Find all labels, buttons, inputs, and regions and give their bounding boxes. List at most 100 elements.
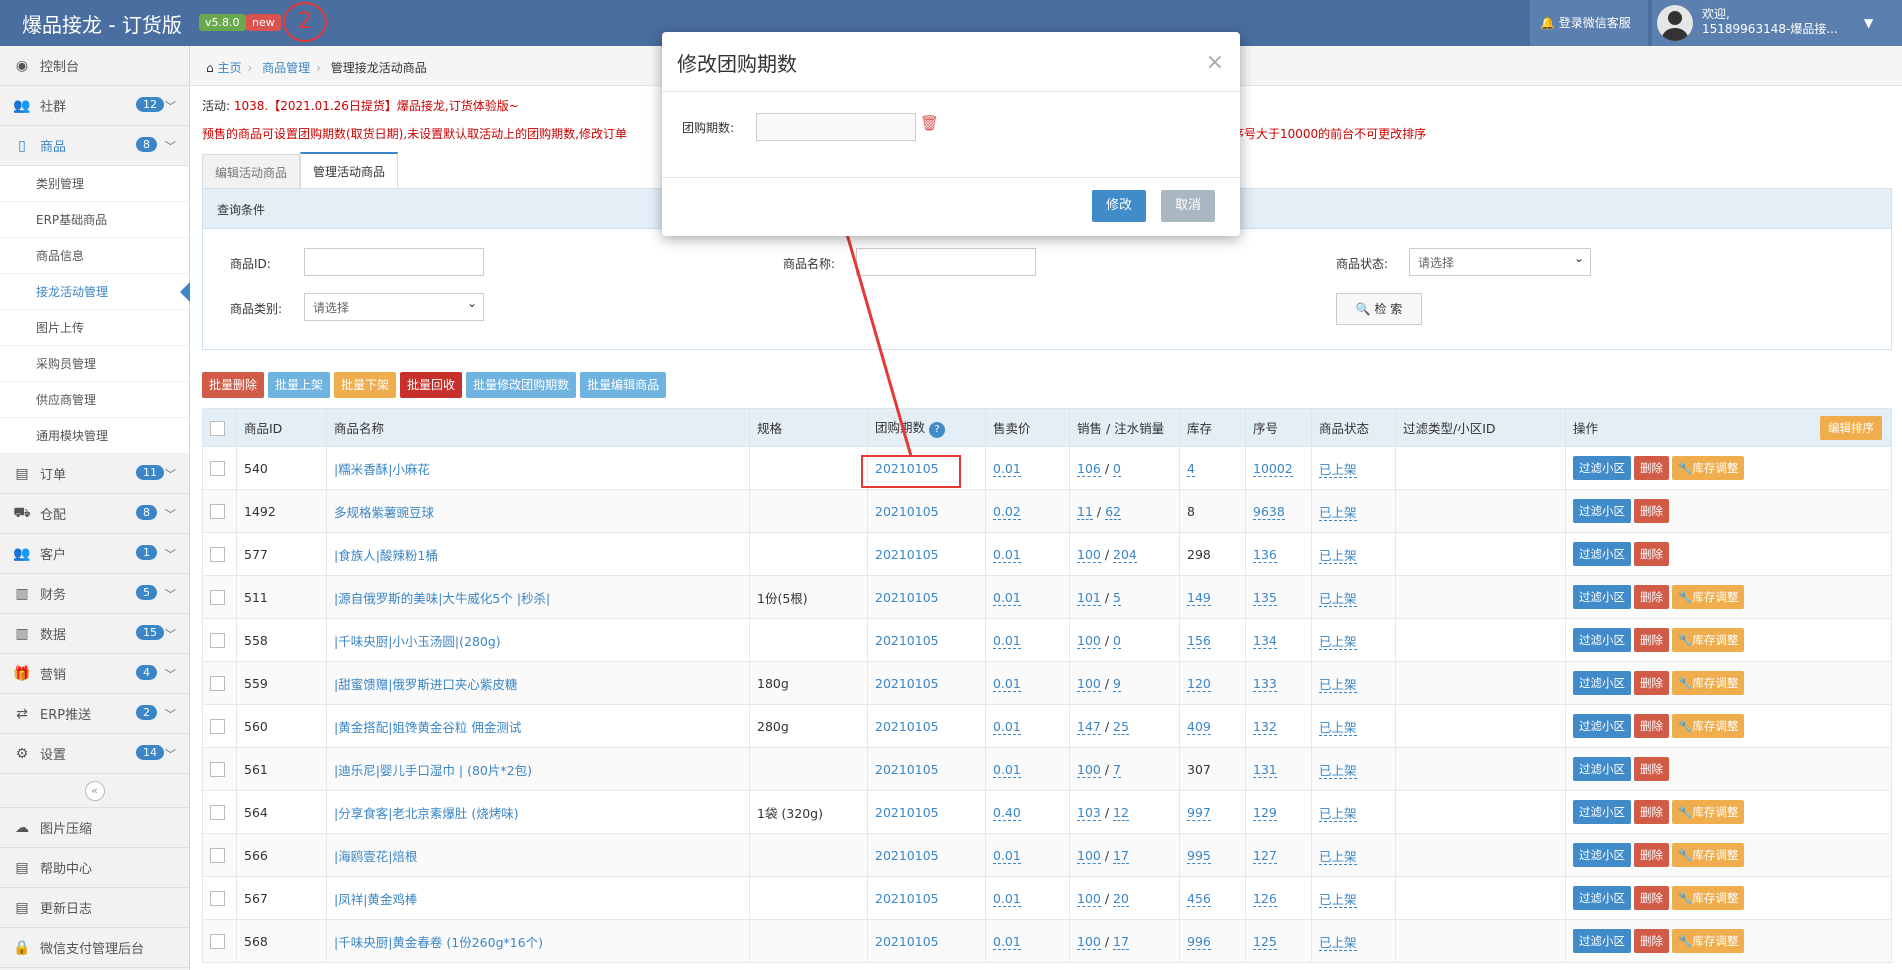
sidebar-item-changelog[interactable]: ▤ 更新日志 [0, 888, 189, 928]
row-checkbox[interactable] [210, 934, 225, 949]
stock-adjust-button[interactable]: 🔧库存调整 [1672, 714, 1745, 738]
price-link[interactable]: 0.01 [993, 933, 1021, 950]
price-link[interactable]: 0.01 [993, 546, 1021, 563]
fake-sold-link[interactable]: 17 [1113, 847, 1129, 864]
sidebar-collapse[interactable]: « [0, 774, 189, 808]
filter-community-button[interactable]: 过滤小区 [1573, 800, 1631, 824]
status-link[interactable]: 已上架 [1319, 633, 1357, 650]
seq-link[interactable]: 126 [1253, 890, 1277, 907]
sidebar-item-customers[interactable]: 👥 客户 1 ﹀ [0, 534, 189, 574]
delete-button[interactable]: 删除 [1634, 843, 1669, 867]
select-all-checkbox[interactable] [210, 420, 225, 436]
sidebar-item-settings[interactable]: ⚙ 设置 14 ﹀ [0, 734, 189, 774]
stock-link[interactable]: 996 [1187, 933, 1211, 950]
close-icon[interactable]: × [1206, 50, 1224, 75]
period-link[interactable]: 20210105 [875, 762, 939, 777]
sidebar-item-image-compress[interactable]: ☁ 图片压缩 [0, 808, 189, 848]
breadcrumb-home[interactable]: 主页 [217, 61, 241, 75]
sold-link[interactable]: 100 [1077, 761, 1101, 778]
status-link[interactable]: 已上架 [1319, 719, 1357, 736]
delete-button[interactable]: 删除 [1634, 886, 1669, 910]
filter-community-button[interactable]: 过滤小区 [1573, 671, 1631, 695]
price-link[interactable]: 0.01 [993, 847, 1021, 864]
row-checkbox[interactable] [210, 633, 225, 648]
filter-community-button[interactable]: 过滤小区 [1573, 456, 1631, 480]
price-link[interactable]: 0.01 [993, 718, 1021, 735]
sidebar-item-help[interactable]: ▤ 帮助中心 [0, 848, 189, 888]
sidebar-item-community[interactable]: 👥 社群 12 ﹀ [0, 86, 189, 126]
bulk-offshelf-button[interactable]: 批量下架 [334, 372, 397, 398]
category-select[interactable]: 请选择 [304, 293, 484, 321]
product-name-link[interactable]: |食族人|酸辣粉1桶 [334, 548, 438, 563]
sidebar-item-orders[interactable]: ▤ 订单 11 ﹀ [0, 454, 189, 494]
row-checkbox[interactable] [210, 504, 225, 519]
stock-adjust-button[interactable]: 🔧库存调整 [1672, 585, 1745, 609]
delete-button[interactable]: 删除 [1634, 757, 1669, 781]
fake-sold-link[interactable]: 0 [1113, 632, 1121, 649]
fake-sold-link[interactable]: 204 [1113, 546, 1137, 563]
row-checkbox[interactable] [210, 848, 225, 863]
sold-link[interactable]: 11 [1077, 503, 1093, 520]
login-wechat-service[interactable]: 🔔 登录微信客服 [1530, 0, 1648, 46]
product-name-link[interactable]: |甜蜜馈赠|俄罗斯进口夹心紫皮糖 [334, 677, 517, 692]
cancel-button[interactable]: 取消 [1161, 190, 1216, 222]
sold-link[interactable]: 100 [1077, 632, 1101, 649]
delete-button[interactable]: 删除 [1634, 585, 1669, 609]
fake-sold-link[interactable]: 25 [1113, 718, 1129, 735]
product-id-input[interactable] [304, 248, 484, 276]
seq-link[interactable]: 9638 [1253, 503, 1285, 520]
sidebar-item-products[interactable]: ▯ 商品 8 ﹀ [0, 126, 189, 166]
sold-link[interactable]: 101 [1077, 589, 1101, 606]
sidebar-item-marketing[interactable]: 🎁 营销 4 ﹀ [0, 654, 189, 694]
stock-link[interactable]: 409 [1187, 718, 1211, 735]
seq-link[interactable]: 10002 [1253, 460, 1293, 477]
stock-link[interactable]: 149 [1187, 589, 1211, 606]
product-name-link[interactable]: |海鸥壹花|焙根 [334, 849, 417, 864]
status-link[interactable]: 已上架 [1319, 762, 1357, 779]
sidebar-sub-category[interactable]: 类别管理 [0, 166, 189, 202]
status-link[interactable]: 已上架 [1319, 848, 1357, 865]
sidebar-item-warehouse[interactable]: ⛟ 仓配 8 ﹀ [0, 494, 189, 534]
filter-community-button[interactable]: 过滤小区 [1573, 886, 1631, 910]
bulk-onshelf-button[interactable]: 批量上架 [268, 372, 331, 398]
seq-link[interactable]: 131 [1253, 761, 1277, 778]
filter-community-button[interactable]: 过滤小区 [1573, 843, 1631, 867]
modify-button[interactable]: 修改 [1092, 190, 1147, 222]
seq-link[interactable]: 136 [1253, 546, 1277, 563]
stock-link[interactable]: 997 [1187, 804, 1211, 821]
fake-sold-link[interactable]: 20 [1113, 890, 1129, 907]
seq-link[interactable]: 135 [1253, 589, 1277, 606]
delete-button[interactable]: 删除 [1634, 800, 1669, 824]
breadcrumb-product-manage[interactable]: 商品管理 [262, 61, 310, 75]
sidebar-sub-erp-products[interactable]: ERP基础商品 [0, 202, 189, 238]
row-checkbox[interactable] [210, 461, 225, 476]
product-name-link[interactable]: |源自俄罗斯的美味|大牛威化5个 |秒杀| [334, 591, 550, 606]
period-link[interactable]: 20210105 [875, 891, 939, 906]
stock-adjust-button[interactable]: 🔧库存调整 [1672, 628, 1745, 652]
delete-button[interactable]: 删除 [1634, 542, 1669, 566]
status-link[interactable]: 已上架 [1319, 461, 1357, 478]
product-name-link[interactable]: 多规格紫薯豌豆球 [334, 505, 434, 520]
product-name-link[interactable]: |迪乐尼|婴儿手口湿巾 | (80片*2包) [334, 763, 532, 778]
filter-community-button[interactable]: 过滤小区 [1573, 499, 1631, 523]
price-link[interactable]: 0.40 [993, 804, 1021, 821]
period-link[interactable]: 20210105 [875, 676, 939, 691]
stock-adjust-button[interactable]: 🔧库存调整 [1672, 929, 1745, 953]
search-button[interactable]: 🔍 检 索 [1336, 293, 1422, 325]
sidebar-item-finance[interactable]: ▥ 财务 5 ﹀ [0, 574, 189, 614]
help-icon[interactable]: ? [929, 422, 945, 438]
row-checkbox[interactable] [210, 547, 225, 562]
filter-community-button[interactable]: 过滤小区 [1573, 585, 1631, 609]
sidebar-sub-image-upload[interactable]: 图片上传 [0, 310, 189, 346]
period-link[interactable]: 20210105 [875, 633, 939, 648]
period-link[interactable]: 20210105 [875, 719, 939, 734]
fake-sold-link[interactable]: 9 [1113, 675, 1121, 692]
trash-icon[interactable]: 🗑 [920, 114, 939, 132]
row-checkbox[interactable] [210, 719, 225, 734]
sold-link[interactable]: 147 [1077, 718, 1101, 735]
sold-link[interactable]: 100 [1077, 847, 1101, 864]
product-name-link[interactable]: |凤祥|黄金鸡棒 [334, 892, 417, 907]
sold-link[interactable]: 106 [1077, 460, 1101, 477]
seq-link[interactable]: 127 [1253, 847, 1277, 864]
period-link[interactable]: 20210105 [875, 805, 939, 820]
